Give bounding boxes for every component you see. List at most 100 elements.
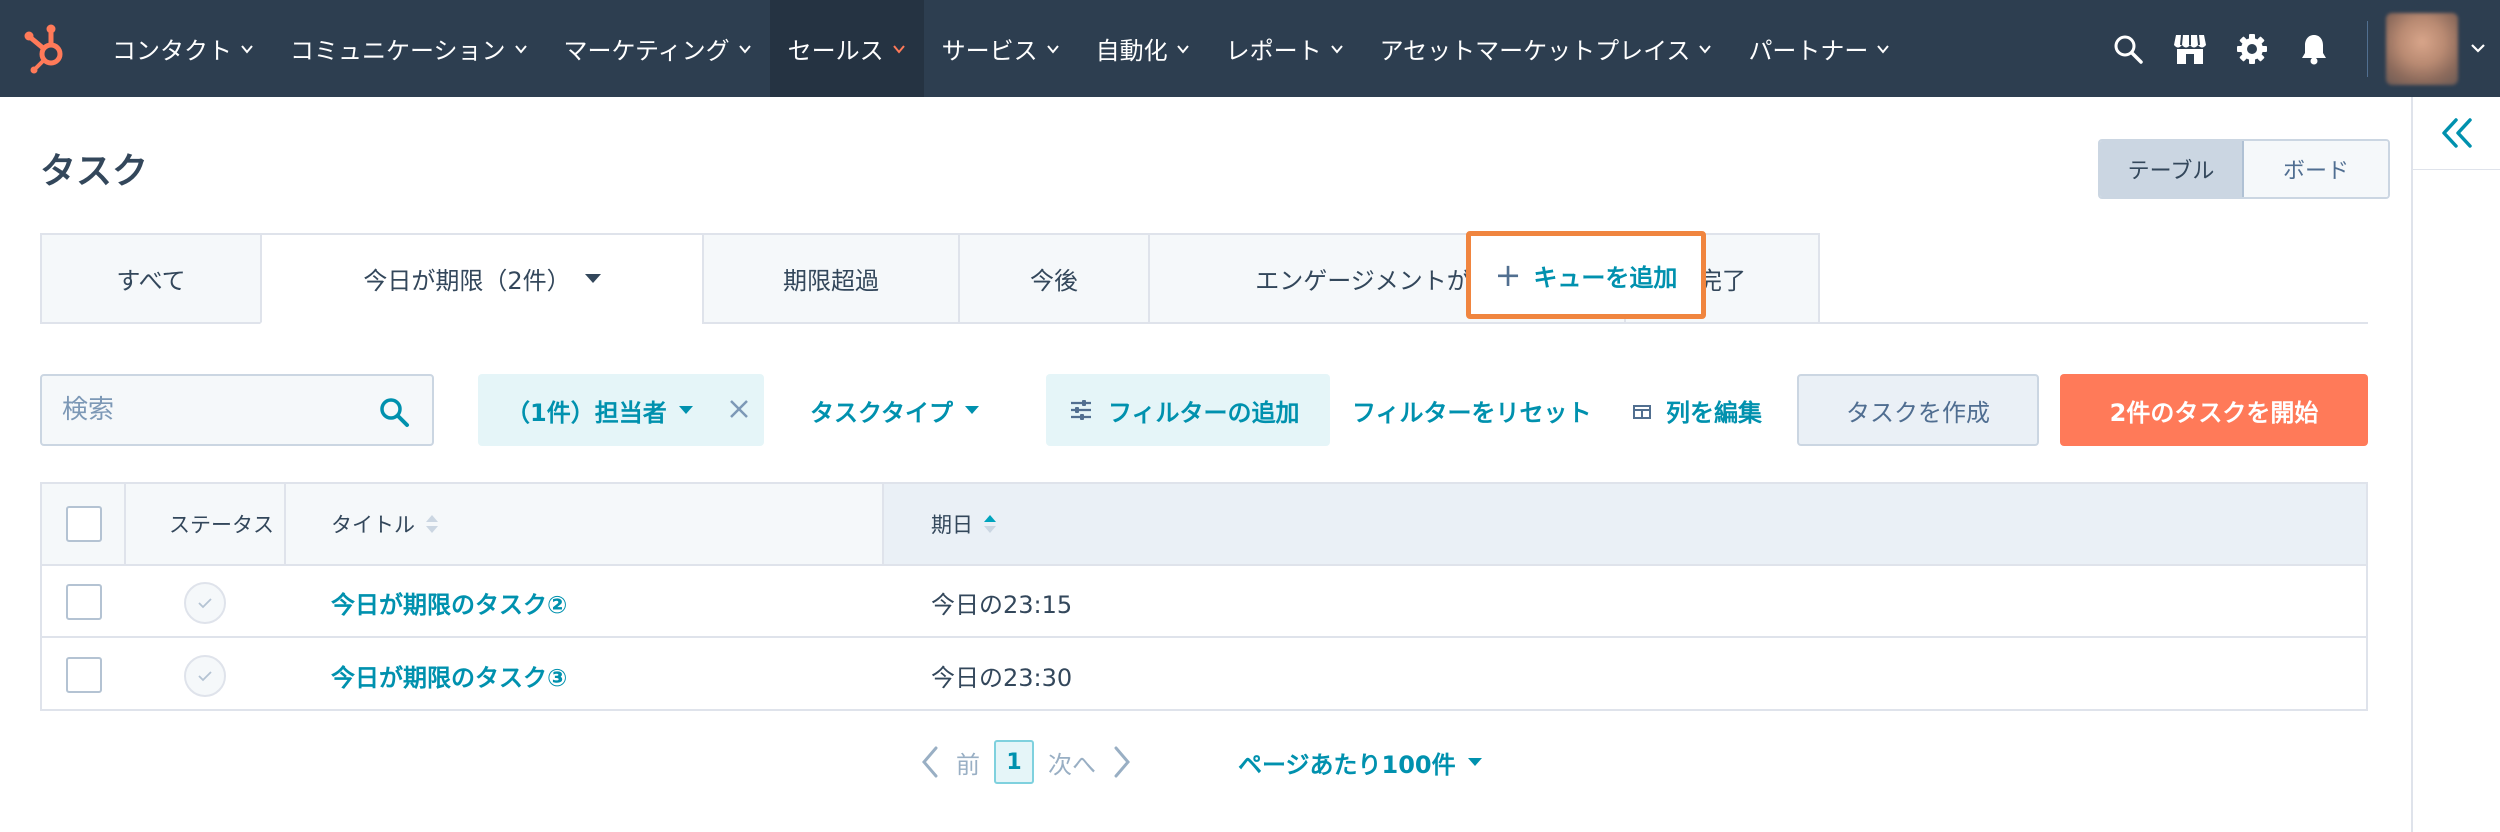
start-tasks-button[interactable]: 2件のタスクを開始 (2060, 374, 2368, 446)
complete-task-check-icon[interactable] (184, 655, 226, 697)
caret-down-icon (678, 406, 693, 414)
nav-item-marketing[interactable]: マーケティング (546, 0, 770, 97)
tab-due-today[interactable]: 今日が期限（2件） (260, 233, 702, 324)
tab-upcoming[interactable]: 今後 (958, 233, 1148, 324)
sort-unsorted-icon (425, 513, 439, 535)
chevron-down-icon (1698, 42, 1712, 56)
next-page-chevron-right-icon[interactable] (1102, 742, 1142, 782)
chevron-down-icon (738, 42, 752, 56)
due-header-label: 期日 (931, 513, 973, 537)
nav-item-reports[interactable]: レポート (1208, 0, 1362, 97)
next-page-link[interactable]: 次へ (1048, 745, 1096, 780)
nav-item-label: レポート (1225, 37, 1322, 65)
caret-down-icon[interactable] (584, 274, 601, 283)
nav-item-conversations[interactable]: コミュニケーション (272, 0, 546, 97)
edit-columns-label: 列を編集 (1666, 398, 1762, 427)
tab-label: 期限超過 (783, 267, 879, 295)
hubspot-logo-icon[interactable] (22, 20, 72, 74)
tab-label: すべて (116, 267, 186, 295)
nav-item-label: コンタクト (112, 37, 232, 65)
marketplace-icon[interactable] (2170, 29, 2210, 69)
edit-columns-button[interactable]: 列を編集 (1632, 374, 1762, 446)
caret-down-icon (1467, 758, 1482, 766)
filter-sliders-icon (1068, 397, 1094, 423)
column-divider (124, 484, 126, 564)
task-type-dropdown[interactable]: タスクタイプ (790, 374, 1010, 446)
account-chevron-down-icon[interactable] (2470, 39, 2486, 58)
right-sidebar (2411, 97, 2500, 832)
chevron-down-icon (1046, 42, 1060, 56)
tab-overdue[interactable]: 期限超過 (702, 233, 958, 324)
sort-ascending-icon (983, 513, 997, 535)
nav-item-partner[interactable]: パートナー (1730, 0, 1908, 97)
chevron-down-icon (1330, 42, 1344, 56)
add-queue-button[interactable]: + キューを追加 (1466, 231, 1706, 319)
nav-item-automation[interactable]: 自動化 (1078, 0, 1208, 97)
owner-filter-chip[interactable]: （1件）担当者 (478, 374, 764, 446)
add-queue-label: キューを追加 (1533, 263, 1678, 292)
reset-filters-link[interactable]: フィルターをリセット (1352, 374, 1592, 446)
nav-item-label: サービス (941, 37, 1038, 65)
nav-item-label: 自動化 (1095, 37, 1168, 65)
nav-item-asset-marketplace[interactable]: アセットマーケットプレイス (1362, 0, 1731, 97)
settings-gear-icon[interactable] (2232, 29, 2272, 69)
chevron-down-icon (1176, 42, 1190, 56)
previous-page-link[interactable]: 前 (956, 745, 980, 780)
nav-menu: コンタクト コミュニケーション マーケティング セールス サービス 自動化 レポート アセット… (94, 0, 1908, 97)
complete-task-check-icon[interactable] (184, 582, 226, 624)
expand-sidebar-double-chevron-icon[interactable] (2437, 113, 2477, 153)
previous-page-chevron-left-icon[interactable] (910, 742, 950, 782)
nav-utilities (2097, 0, 2500, 97)
tab-all[interactable]: すべて (40, 233, 260, 324)
title-column-header[interactable]: タイトル (331, 484, 439, 564)
tab-label: 今日が期限（2件） (363, 267, 571, 295)
nav-item-sales[interactable]: セールス (769, 0, 924, 97)
status-column-header[interactable]: ステータス (169, 484, 274, 564)
nav-item-label: セールス (787, 37, 884, 65)
search-box (40, 374, 434, 446)
pagination: 前 1 次へ (910, 737, 1142, 787)
create-task-button[interactable]: タスクを作成 (1797, 374, 2039, 446)
task-due-date: 今日の23:15 (931, 590, 1073, 619)
top-navigation: コンタクト コミュニケーション マーケティング セールス サービス 自動化 レポート アセット… (0, 0, 2500, 97)
task-type-label: タスクタイプ (810, 398, 954, 427)
notifications-bell-icon[interactable] (2294, 29, 2334, 69)
chevron-down-icon (1876, 42, 1890, 56)
page-title: タスク (40, 151, 149, 192)
user-avatar[interactable] (2386, 12, 2458, 85)
current-page-number[interactable]: 1 (994, 740, 1034, 784)
tab-label: 今後 (1030, 267, 1078, 295)
search-input[interactable] (62, 376, 372, 444)
select-all-checkbox[interactable] (66, 506, 102, 542)
per-page-label: ページあたり100件 (1238, 750, 1456, 779)
search-icon[interactable] (378, 396, 410, 428)
chevron-down-icon (892, 42, 906, 56)
row-checkbox[interactable] (66, 584, 102, 620)
nav-item-label: マーケティング (563, 37, 730, 65)
remove-filter-close-icon[interactable] (726, 396, 752, 422)
search-icon[interactable] (2108, 29, 2148, 69)
nav-item-contacts[interactable]: コンタクト (94, 0, 272, 97)
tasks-table: ステータス タイトル 期日 今日が期限のタスク② 今日の23:15 今日が期限のタス… (40, 482, 2368, 711)
plus-icon: + (1494, 256, 1522, 294)
add-filter-button[interactable]: フィルターの追加 (1046, 374, 1330, 446)
column-divider (284, 484, 286, 564)
task-title-link[interactable]: 今日が期限のタスク② (331, 566, 567, 638)
board-view-button[interactable]: ボード (2244, 141, 2388, 197)
owner-filter-label: （1件）担当者 (506, 398, 667, 427)
nav-item-label: パートナー (1748, 37, 1869, 65)
table-row: 今日が期限のタスク② 今日の23:15 (42, 566, 2366, 638)
row-checkbox[interactable] (66, 657, 102, 693)
per-page-dropdown[interactable]: ページあたり100件 (1238, 737, 1482, 787)
nav-divider (2367, 20, 2368, 77)
caret-down-icon (965, 406, 980, 414)
nav-item-label: コミュニケーション (290, 37, 506, 65)
table-view-button[interactable]: テーブル (2100, 141, 2244, 197)
status-header-label: ステータス (169, 513, 274, 537)
nav-item-service[interactable]: サービス (924, 0, 1078, 97)
task-title-link[interactable]: 今日が期限のタスク③ (331, 639, 567, 711)
due-date-column-header[interactable]: 期日 (931, 484, 997, 564)
table-header: ステータス タイトル 期日 (42, 484, 2366, 566)
columns-icon (1632, 400, 1652, 420)
sidebar-divider (2413, 169, 2500, 170)
